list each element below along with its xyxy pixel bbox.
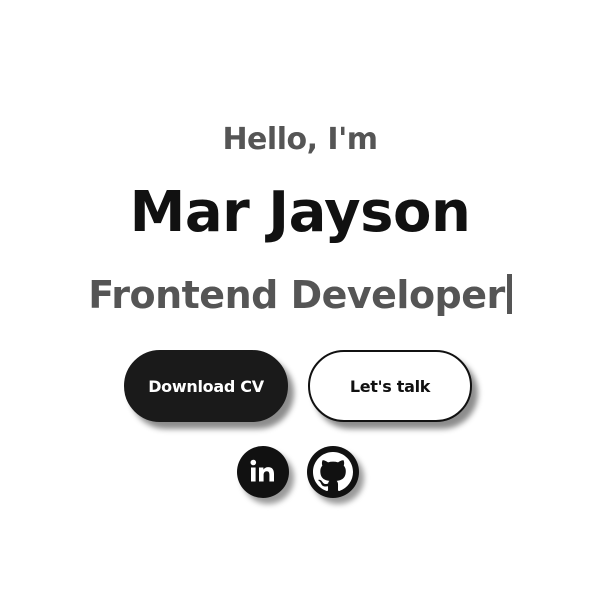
developer-name: Mar Jayson — [129, 180, 471, 245]
hero-section: Hello, I'm Mar Jayson Frontend Developer… — [0, 0, 600, 600]
lets-talk-button[interactable]: Let's talk — [308, 350, 472, 422]
linkedin-icon — [248, 457, 278, 487]
download-cv-label: Download CV — [148, 376, 264, 396]
role-line: Frontend Developer — [0, 273, 600, 317]
typing-cursor — [506, 274, 512, 314]
github-link[interactable] — [307, 446, 359, 498]
role-text: Frontend Developer — [88, 273, 505, 317]
linkedin-link[interactable] — [237, 446, 289, 498]
download-cv-button[interactable]: Download CV — [124, 350, 288, 422]
github-icon — [313, 452, 353, 492]
lets-talk-label: Let's talk — [349, 376, 431, 396]
greeting-text: Hello, I'm — [222, 122, 378, 157]
